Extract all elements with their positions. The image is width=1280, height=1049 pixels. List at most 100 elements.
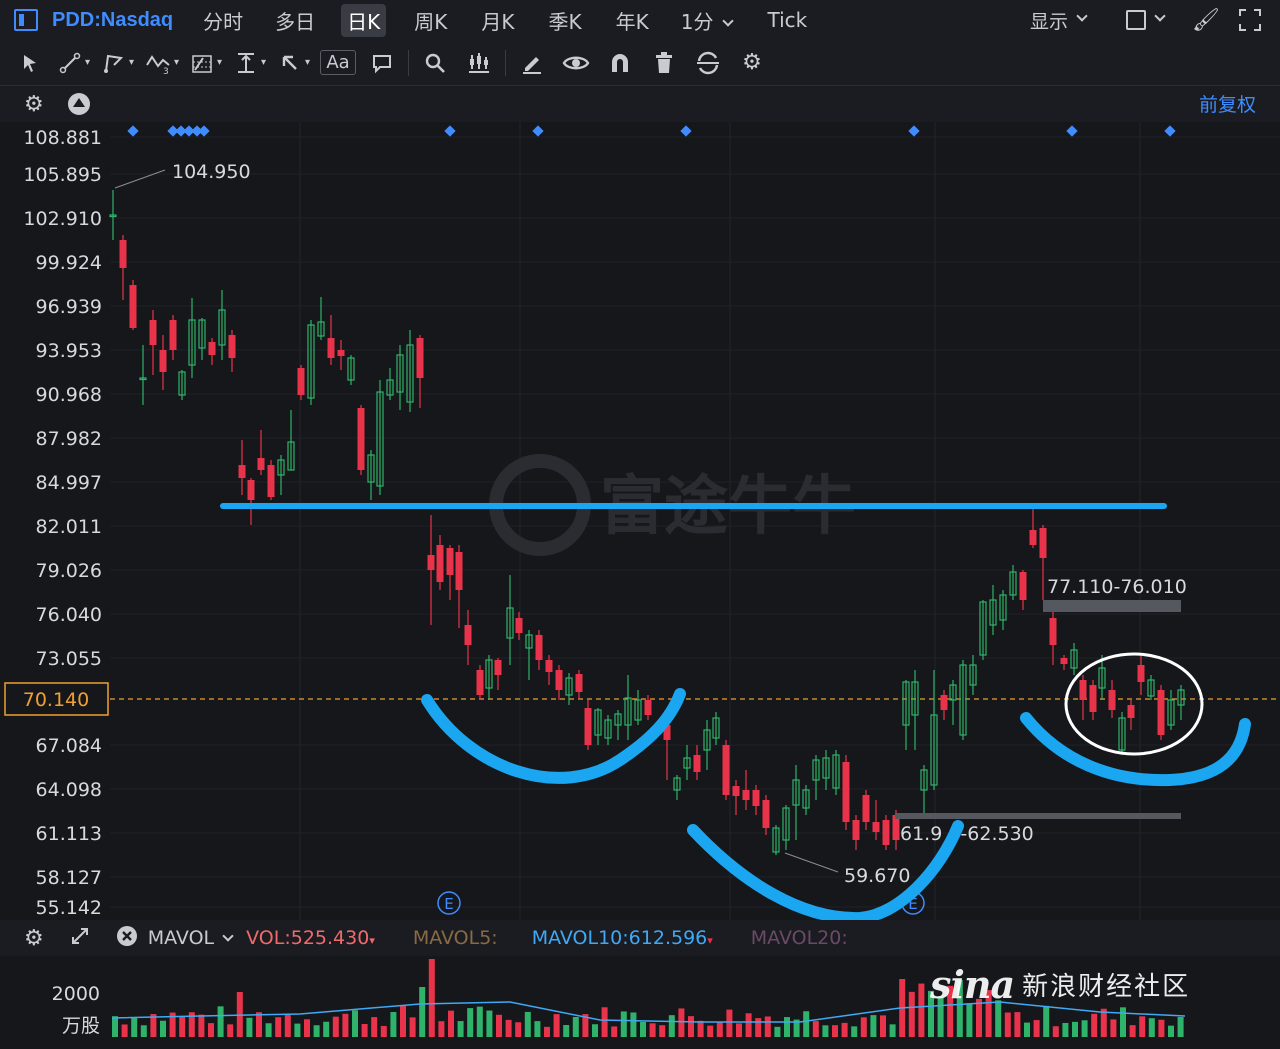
volume-bar (659, 1025, 666, 1037)
volume-bar (1168, 1025, 1174, 1037)
volume-bar (918, 983, 925, 1037)
volume-bar (544, 1026, 550, 1037)
sina-watermark: sina 新浪财经社区 (930, 962, 1190, 1007)
candle-body (732, 786, 740, 796)
volume-bar (1177, 1016, 1184, 1037)
candle-body (852, 820, 860, 840)
candle-body (1157, 690, 1165, 735)
vol-value: VOL:525.430▾ (246, 927, 375, 949)
candle-body (337, 350, 345, 356)
candle-body (119, 240, 127, 268)
volume-bar (592, 1024, 598, 1037)
candle-body (1108, 690, 1116, 710)
volume-bar (448, 1010, 454, 1037)
volume-bar (860, 1017, 867, 1037)
candle-body (159, 350, 167, 372)
high-label: 104.950 (172, 161, 251, 183)
expand-icon[interactable] (70, 926, 90, 951)
price-tick-label: 79.026 (36, 560, 102, 582)
volume-bar (726, 1009, 733, 1037)
volume-bar (822, 1025, 829, 1037)
volume-bar (870, 1015, 877, 1037)
volume-bar (457, 1021, 464, 1037)
price-tick-label: 84.997 (36, 472, 102, 494)
volume-bar (1129, 1025, 1136, 1037)
volume-bar (121, 1024, 128, 1037)
volume-bar (1148, 1018, 1155, 1037)
candle-body (1019, 572, 1027, 600)
candle-body (644, 700, 652, 715)
candle-body (357, 408, 365, 470)
current-price-label: 70.140 (23, 689, 89, 711)
price-tick-label: 73.055 (36, 648, 102, 670)
volume-bar (217, 1006, 224, 1037)
volume-bar (889, 1024, 896, 1037)
volume-bar (1014, 1012, 1021, 1037)
candle-body (872, 822, 880, 832)
volume-bar (486, 1010, 493, 1037)
earnings-marker-label: E (444, 895, 453, 913)
resistance-zone-label: 77.110-76.010 (1047, 576, 1187, 598)
volume-header: ⚙ MAVOL VOL:525.430▾ MAVOL5: MAVOL10:612… (0, 920, 1280, 956)
mavol20-value: MAVOL20: (750, 927, 848, 949)
candle-body (584, 708, 592, 745)
volume-bar (256, 1012, 262, 1037)
volume-bar (601, 1007, 608, 1037)
volume-bar (736, 1023, 742, 1037)
candle-body (247, 480, 255, 500)
candle-body (476, 670, 484, 695)
volume-bar (534, 1021, 541, 1037)
volume-bar (716, 1021, 723, 1037)
volume-bar (476, 1006, 483, 1037)
volume-bar (140, 1025, 147, 1037)
volume-bar (678, 1008, 685, 1037)
close-icon[interactable] (116, 925, 138, 952)
volume-bar (611, 1026, 618, 1037)
candle-body (149, 320, 157, 345)
candle-body (416, 338, 424, 378)
candle-body (575, 674, 583, 692)
volume-bar (400, 1005, 406, 1037)
volume-bar (505, 1019, 512, 1037)
volume-bar (409, 1017, 416, 1037)
candle-body (555, 670, 563, 690)
volume-bar (332, 1016, 339, 1037)
candle-body (327, 338, 335, 358)
volume-bar (1120, 1007, 1126, 1037)
volume-bar (1043, 1005, 1050, 1037)
price-tick-label: 93.953 (36, 340, 102, 362)
volume-bar (966, 1003, 973, 1037)
candle-body (455, 552, 463, 590)
price-tick-label: 55.142 (36, 897, 102, 919)
price-tick-label: 99.924 (36, 252, 102, 274)
price-tick-label: 61.113 (36, 823, 102, 845)
price-tick-label: 87.982 (36, 428, 102, 450)
candle-body (1089, 685, 1097, 712)
volume-bar (112, 1016, 118, 1037)
volume-bar (160, 1020, 166, 1037)
volume-bar (668, 1015, 675, 1037)
volume-bar (774, 1026, 781, 1037)
candle-body (742, 790, 750, 800)
kline-chart[interactable]: 108.881 105.895 102.910 99.924 96.939 93.953 9… (0, 0, 1280, 1049)
volume-bar (361, 1024, 368, 1037)
indicator-select[interactable]: MAVOL (147, 927, 234, 949)
sina-logo: sina (930, 962, 1015, 1007)
volume-bar (524, 1011, 531, 1037)
volume-bar (688, 1016, 694, 1037)
price-tick-label: 76.040 (36, 604, 102, 626)
price-tick-label: 64.098 (36, 779, 102, 801)
candle-body (842, 762, 850, 822)
volume-bar (1062, 1022, 1069, 1037)
indicator-label: MAVOL (147, 927, 215, 949)
candle-body (545, 660, 553, 672)
volume-bar (707, 1025, 714, 1037)
gear-icon[interactable]: ⚙ (24, 926, 44, 951)
candle-body (1029, 530, 1037, 545)
volume-bar (851, 1026, 858, 1037)
volume-bar (764, 1016, 771, 1037)
volume-bar (1110, 1019, 1117, 1037)
volume-bar (496, 1014, 502, 1037)
volume-bar (1081, 1020, 1088, 1037)
volume-bar (1033, 1020, 1040, 1037)
